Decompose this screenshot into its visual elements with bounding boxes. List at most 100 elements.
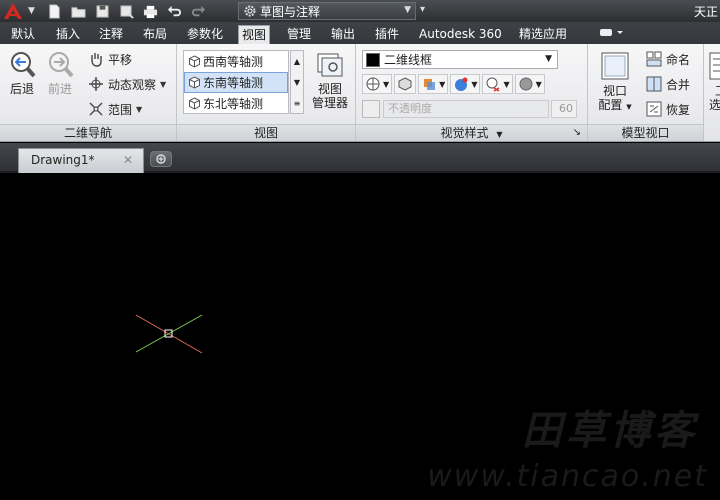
orbit-icon	[89, 77, 103, 91]
orbit-chevron-down-icon: ▼	[160, 79, 167, 89]
workspace-switcher[interactable]: 草图与注释 ▼	[238, 2, 416, 20]
extents-button[interactable]: 范围 ▼	[88, 100, 142, 118]
open-file-button[interactable]	[68, 2, 88, 20]
visual-style-current: 二维线框	[384, 53, 433, 67]
tab-manage[interactable]: 管理	[284, 25, 314, 44]
view-manager-button[interactable]: 视图 管理器	[307, 50, 353, 110]
join-viewports-button[interactable]: 合并	[646, 75, 690, 93]
visual-style-toolbar: ▼ ▼ ▼ ▼ ▼	[362, 74, 545, 94]
chevron-down-icon: ▼	[383, 79, 390, 89]
shadows-button[interactable]: ▼	[418, 74, 449, 94]
panel-title-views: 视图	[177, 124, 355, 141]
opacity-value[interactable]: 60	[551, 100, 577, 118]
color-button[interactable]: ▼	[450, 74, 481, 94]
panel-visual-styles: 二维线框 ▼ ▼ ▼ ▼ ▼ ▼ 不透明度 60 视觉样式 ▼ ↘	[356, 44, 588, 141]
panel-expand-chevron-icon[interactable]: ▼	[496, 130, 502, 139]
scroll-down-icon[interactable]: ▼	[291, 72, 303, 93]
view-item-sw-iso[interactable]: 西南等轴测	[184, 51, 288, 72]
tab-view[interactable]: 视图	[238, 25, 271, 44]
pan-button[interactable]: 平移	[88, 50, 132, 68]
opacity-icon	[362, 100, 380, 118]
tab-insert[interactable]: 插入	[53, 25, 83, 44]
hand-icon	[91, 53, 102, 67]
view-manager-icon	[317, 53, 343, 77]
tab-featured-apps[interactable]: 精选应用	[516, 25, 570, 44]
watermark-url: www.tiancao.net	[427, 459, 708, 494]
named-viewports-button[interactable]: 命名	[646, 50, 690, 68]
gallery-expand-icon[interactable]: ≡	[291, 93, 303, 114]
chevron-down-icon: ▼	[535, 79, 542, 89]
undo-button[interactable]	[164, 2, 184, 20]
views-gallery-scrollbar[interactable]: ▲ ▼ ≡	[290, 50, 304, 114]
window-title: 天正	[693, 5, 718, 19]
visual-styles-title-text: 视觉样式	[440, 126, 489, 140]
visual-style-dropdown[interactable]: 二维线框 ▼	[362, 50, 558, 69]
tab-autodesk-360[interactable]: Autodesk 360	[416, 25, 505, 44]
printer-icon	[143, 5, 157, 18]
ribbon-display-icon	[600, 29, 623, 36]
edge-icon	[366, 77, 380, 91]
iso-cube-icon	[189, 97, 200, 110]
open-folder-icon	[70, 6, 86, 18]
redo-button[interactable]	[188, 2, 208, 20]
close-icon[interactable]: ✕	[123, 149, 133, 171]
tab-parametric[interactable]: 参数化	[184, 25, 226, 44]
ribbon-minimize-toggle[interactable]	[598, 27, 626, 41]
tab-annotate[interactable]: 注释	[96, 25, 126, 44]
join-viewport-icon	[646, 76, 662, 92]
restore-viewports-button[interactable]: 恢复	[646, 100, 690, 118]
view-manager-label-1: 视图	[317, 82, 342, 96]
view-item-label: 西南等轴测	[203, 55, 264, 69]
orbit-button[interactable]: 动态观察 ▼	[88, 75, 166, 93]
tab-output[interactable]: 输出	[328, 25, 358, 44]
back-label: 后退	[9, 82, 34, 96]
tool-palettes-button[interactable]: 工 选项	[706, 50, 720, 112]
opacity-slider[interactable]: 不透明度	[383, 100, 549, 118]
panel-tool-palettes: 工 选项	[704, 44, 720, 141]
color-sphere-icon	[455, 77, 468, 91]
view-item-label: 东北等轴测	[203, 97, 264, 111]
workspace-name: 草图与注释	[260, 4, 321, 19]
viewport-config-chevron-icon: ▼	[626, 103, 632, 111]
dialog-launcher-icon[interactable]: ↘	[573, 125, 581, 141]
tab-plugins[interactable]: 插件	[372, 25, 402, 44]
save-as-button[interactable]	[116, 2, 136, 20]
view-item-se-iso[interactable]: 东南等轴测	[184, 72, 288, 93]
file-tab-label: Drawing1*	[31, 153, 95, 167]
gear-icon	[244, 5, 256, 17]
chevron-down-icon: ▼	[503, 79, 510, 89]
panel-title-model-viewports: 模型视口	[588, 124, 703, 141]
zoom-back-icon	[11, 52, 36, 78]
face-style-button[interactable]	[394, 74, 417, 94]
forward-button[interactable]: 前进	[42, 50, 78, 96]
back-button[interactable]: 后退	[4, 50, 40, 96]
zoom-forward-icon	[49, 52, 74, 78]
tab-layout[interactable]: 布局	[140, 25, 170, 44]
application-menu-button[interactable]: ▼	[0, 0, 40, 22]
view-item-ne-iso[interactable]: 东北等轴测	[184, 93, 288, 114]
plot-button[interactable]	[140, 2, 160, 20]
customize-qat-icon[interactable]: ▾	[420, 4, 425, 15]
view-manager-label-2: 管理器	[311, 96, 348, 110]
panel-title-visual-styles: 视觉样式 ▼ ↘	[356, 124, 587, 141]
viewport-config-icon	[601, 52, 629, 80]
visual-style-chevron-down-icon: ▼	[545, 54, 552, 64]
zoom-extents-icon	[89, 102, 103, 116]
scroll-up-icon[interactable]: ▲	[291, 51, 303, 72]
ribbon-tab-bar: 默认 插入 注释 布局 参数化 视图 管理 输出 插件 Autodesk 360…	[0, 22, 720, 44]
lighting-button[interactable]: ▼	[514, 74, 545, 94]
extents-label: 范围	[108, 102, 133, 117]
edge-effects-button[interactable]: ▼	[362, 74, 393, 94]
view-item-label: 东南等轴测	[203, 76, 264, 90]
material-button[interactable]: ▼	[482, 74, 513, 94]
file-tab-bar: Drawing1* ✕	[0, 143, 720, 173]
new-drawing-tab-button[interactable]	[150, 151, 172, 167]
material-icon	[486, 77, 500, 92]
tab-home[interactable]: 默认	[8, 25, 38, 44]
new-file-button[interactable]	[44, 2, 64, 20]
viewport-config-button[interactable]: 视口 配置 ▼	[594, 50, 636, 114]
save-button[interactable]	[92, 2, 112, 20]
file-tab-drawing1[interactable]: Drawing1* ✕	[18, 148, 144, 173]
shadow-cube-icon	[424, 79, 436, 90]
drawing-canvas[interactable]: 田草博客 www.tiancao.net	[0, 175, 720, 500]
